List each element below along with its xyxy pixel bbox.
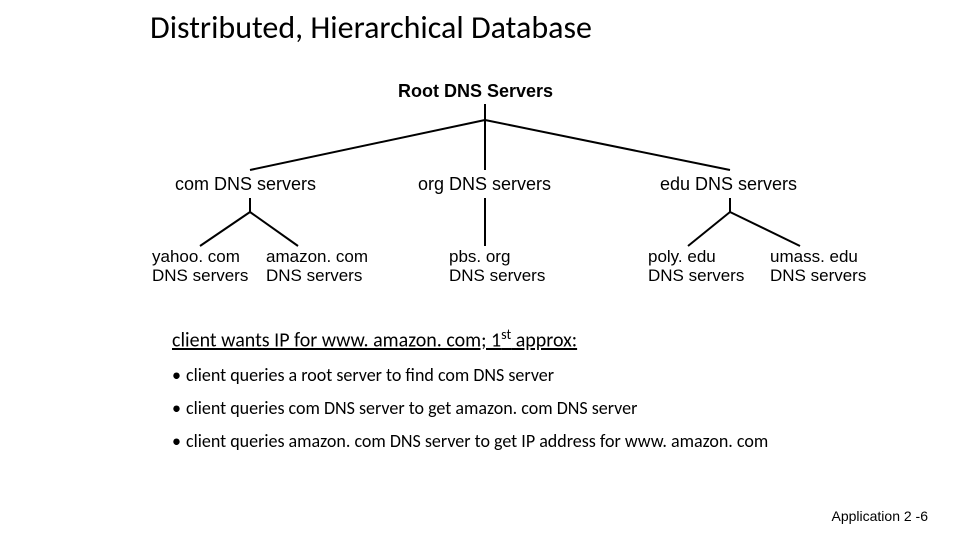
leaf-poly-line2: DNS servers	[648, 266, 744, 285]
leaf-amazon: amazon. com DNS servers	[266, 248, 368, 285]
leaf-poly: poly. edu DNS servers	[648, 248, 744, 285]
bullet-3: client queries amazon. com DNS server to…	[172, 429, 872, 454]
bullet-1: client queries a root server to find com…	[172, 363, 872, 388]
leaf-yahoo-line2: DNS servers	[152, 266, 248, 285]
bullet-2: client queries com DNS server to get ama…	[172, 396, 872, 421]
body-heading-sup: st	[501, 326, 511, 343]
node-org: org DNS servers	[418, 175, 551, 195]
leaf-umass-line1: umass. edu	[770, 247, 858, 266]
leaf-yahoo-line1: yahoo. com	[152, 247, 240, 266]
leaf-pbs-line2: DNS servers	[449, 266, 545, 285]
leaf-poly-line1: poly. edu	[648, 247, 716, 266]
leaf-umass: umass. edu DNS servers	[770, 248, 866, 285]
slide-title: Distributed, Hierarchical Database	[150, 8, 592, 47]
body-bullets: client queries a root server to find com…	[172, 363, 872, 455]
node-com: com DNS servers	[175, 175, 316, 195]
slide-footer: Application 2 -6	[831, 508, 928, 524]
leaf-yahoo: yahoo. com DNS servers	[152, 248, 248, 285]
leaf-amazon-line2: DNS servers	[266, 266, 362, 285]
body-heading-post: approx:	[511, 329, 577, 353]
leaf-umass-line2: DNS servers	[770, 266, 866, 285]
node-edu: edu DNS servers	[660, 175, 797, 195]
body-heading: client wants IP for www. amazon. com; 1s…	[172, 325, 872, 355]
leaf-pbs: pbs. org DNS servers	[449, 248, 545, 285]
node-root: Root DNS Servers	[398, 82, 553, 102]
body-text: client wants IP for www. amazon. com; 1s…	[172, 325, 872, 462]
slide: Distributed, Hierarchical Database Root …	[0, 0, 960, 540]
body-heading-pre: client wants IP for www. amazon. com; 1	[172, 329, 501, 353]
leaf-pbs-line1: pbs. org	[449, 247, 510, 266]
leaf-amazon-line1: amazon. com	[266, 247, 368, 266]
